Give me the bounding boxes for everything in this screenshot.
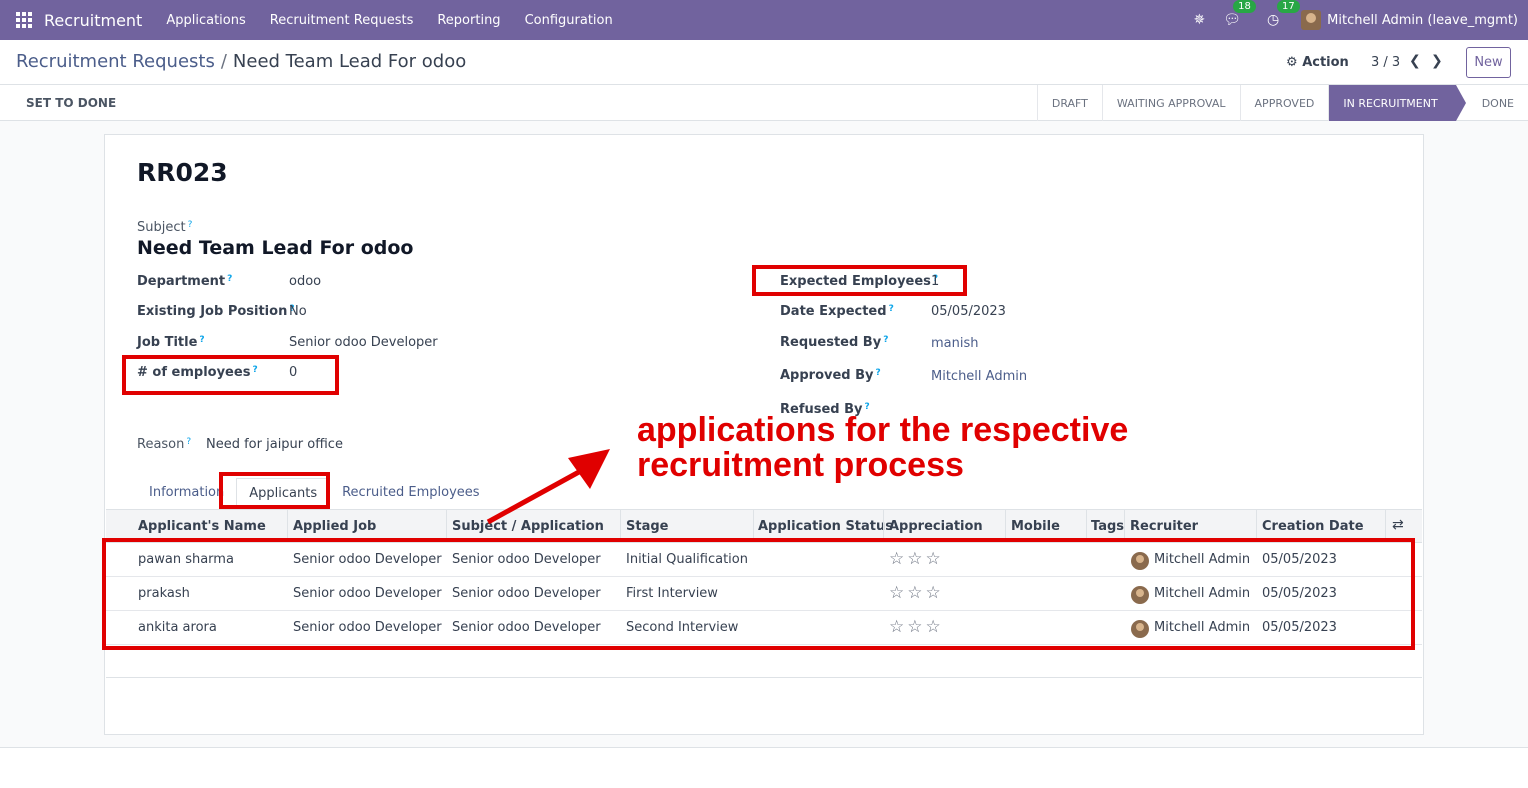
arrow-head — [568, 449, 610, 489]
annotation-arrow — [486, 449, 610, 525]
arrow-shaft — [486, 464, 590, 525]
annotation-text: applications for the respective recruitm… — [637, 411, 1129, 484]
